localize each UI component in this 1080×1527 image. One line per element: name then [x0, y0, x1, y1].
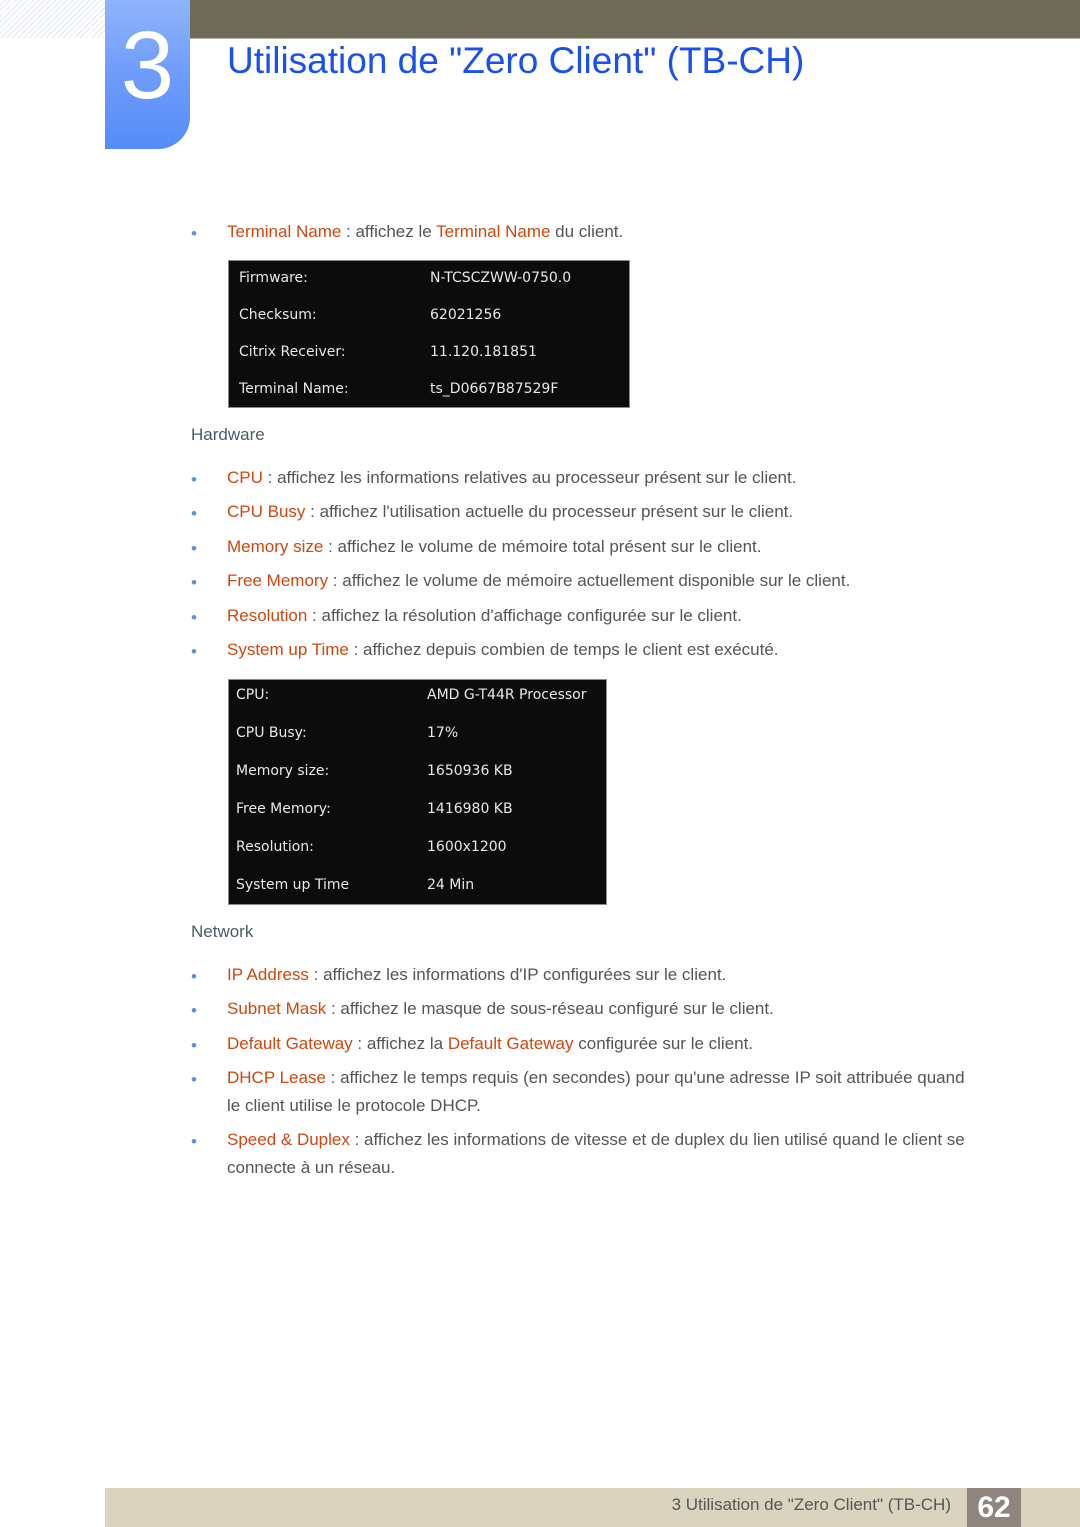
keyword: Free Memory — [227, 571, 329, 590]
keyword: Resolution — [227, 606, 308, 625]
info-row: Checksum: 62021256 — [229, 307, 629, 327]
keyword: IP Address — [227, 965, 309, 984]
keyword: System up Time — [227, 640, 349, 659]
hardware-info-screenshot: CPU: AMD G-T44R Processor CPU Busy: 17% … — [228, 679, 607, 905]
list-item-continuation: le client utilise le protocole DHCP. — [227, 1096, 481, 1115]
info-value: N-TCSCZWW-0750.0 — [430, 270, 572, 286]
info-row: Memory size: 1650936 KB — [229, 763, 606, 783]
list-item-terminal-name: Terminal Name : affichez le Terminal Nam… — [227, 222, 623, 242]
info-label: Citrix Receiver: — [239, 344, 346, 360]
keyword: Terminal Name — [227, 222, 342, 241]
item-text: : affichez le masque de sous-réseau conf… — [326, 999, 774, 1018]
item-text: : affichez le volume de mémoire actuelle… — [328, 571, 851, 590]
list-item: System up Time : affichez depuis combien… — [227, 640, 779, 660]
info-row: System up Time 24 Min — [229, 877, 606, 897]
bullet-icon: • — [191, 1036, 197, 1055]
bullet-icon: • — [191, 470, 197, 489]
chapter-number: 3 — [120, 12, 175, 119]
bullet-icon: • — [191, 539, 197, 558]
bullet-icon: • — [191, 573, 197, 592]
bullet-icon: • — [191, 967, 197, 986]
info-value: 17% — [427, 725, 459, 741]
chapter-badge: 3 — [105, 0, 190, 149]
bullet-icon: • — [191, 504, 197, 523]
section-heading-hardware: Hardware — [191, 425, 265, 444]
info-label: Firmware: — [239, 270, 308, 286]
firmware-info-screenshot: Firmware: N-TCSCZWW-0750.0 Checksum: 620… — [228, 260, 630, 408]
keyword: Subnet Mask — [227, 999, 327, 1018]
info-label: CPU: — [236, 687, 270, 703]
info-row: Free Memory: 1416980 KB — [229, 801, 606, 821]
item-text: : affichez le temps requis (en secondes)… — [325, 1068, 965, 1087]
list-item: Default Gateway : affichez la Default Ga… — [227, 1034, 753, 1054]
item-text: : affichez le — [341, 222, 437, 241]
bullet-icon: • — [191, 608, 197, 627]
info-value: 11.120.181851 — [430, 344, 537, 360]
list-item: Speed & Duplex : affichez les informatio… — [227, 1130, 965, 1150]
keyword: Memory size — [227, 537, 324, 556]
list-item: Resolution : affichez la résolution d'af… — [227, 606, 742, 626]
item-text: : affichez le volume de mémoire total pr… — [323, 537, 762, 556]
info-label: Checksum: — [239, 307, 317, 323]
info-label: CPU Busy: — [236, 725, 307, 741]
bullet-icon: • — [191, 1001, 197, 1020]
list-item: CPU : affichez les informations relative… — [227, 468, 796, 488]
bullet-icon: • — [191, 224, 197, 243]
info-label: Terminal Name: — [239, 381, 349, 397]
list-item: Subnet Mask : affichez le masque de sous… — [227, 999, 774, 1019]
keyword: Default Gateway — [227, 1034, 353, 1053]
info-value: 24 Min — [427, 877, 475, 893]
info-row: Terminal Name: ts_D0667B87529F — [229, 381, 629, 401]
info-row: Firmware: N-TCSCZWW-0750.0 — [229, 270, 629, 290]
info-label: Free Memory: — [236, 801, 331, 817]
keyword: Speed & Duplex — [227, 1130, 350, 1149]
keyword: DHCP Lease — [227, 1068, 326, 1087]
info-row: CPU Busy: 17% — [229, 725, 606, 745]
list-item: CPU Busy : affichez l'utilisation actuel… — [227, 502, 793, 522]
item-text: : affichez les informations de vitesse e… — [349, 1130, 965, 1149]
info-label: Resolution: — [236, 839, 314, 855]
keyword: CPU Busy — [227, 502, 306, 521]
item-text: : affichez la résolution d'affichage con… — [307, 606, 742, 625]
list-item: Memory size : affichez le volume de mémo… — [227, 537, 761, 557]
item-text: : affichez la — [352, 1034, 448, 1053]
decorative-hatch — [0, 0, 105, 38]
info-value: 1600x1200 — [427, 839, 507, 855]
bullet-icon: • — [191, 1132, 197, 1151]
bullet-icon: • — [191, 1070, 197, 1089]
item-text: configurée sur le client. — [573, 1034, 754, 1053]
info-label: Memory size: — [236, 763, 330, 779]
info-row: CPU: AMD G-T44R Processor — [229, 687, 606, 707]
footer-chapter-title: 3 Utilisation de "Zero Client" (TB-CH) — [671, 1495, 951, 1514]
page-footer: 3 Utilisation de "Zero Client" (TB-CH) 6… — [105, 1488, 1080, 1527]
info-value: 62021256 — [430, 307, 502, 323]
keyword: Terminal Name — [436, 222, 551, 241]
header-bar — [190, 0, 1080, 39]
list-item: IP Address : affichez les informations d… — [227, 965, 726, 985]
info-row: Resolution: 1600x1200 — [229, 839, 606, 859]
info-row: Citrix Receiver: 11.120.181851 — [229, 344, 629, 364]
keyword: CPU — [227, 468, 263, 487]
item-text: : affichez l'utilisation actuelle du pro… — [305, 502, 794, 521]
info-value: 1416980 KB — [427, 801, 513, 817]
item-text: du client. — [550, 222, 624, 241]
keyword: Default Gateway — [447, 1034, 574, 1053]
item-text: : affichez les informations d'IP configu… — [308, 965, 727, 984]
info-value: ts_D0667B87529F — [430, 381, 559, 397]
item-text: : affichez les informations relatives au… — [262, 468, 797, 487]
list-item-continuation: connecte à un réseau. — [227, 1158, 396, 1177]
item-text: : affichez depuis combien de temps le cl… — [348, 640, 779, 659]
info-value: AMD G-T44R Processor — [427, 687, 587, 703]
list-item: Free Memory : affichez le volume de mémo… — [227, 571, 850, 591]
section-heading-network: Network — [191, 922, 254, 941]
info-label: System up Time — [236, 877, 350, 893]
page-number: 62 — [967, 1488, 1021, 1527]
list-item: DHCP Lease : affichez le temps requis (e… — [227, 1068, 965, 1088]
bullet-icon: • — [191, 642, 197, 661]
info-value: 1650936 KB — [427, 763, 513, 779]
page-title: Utilisation de "Zero Client" (TB-CH) — [227, 40, 805, 81]
